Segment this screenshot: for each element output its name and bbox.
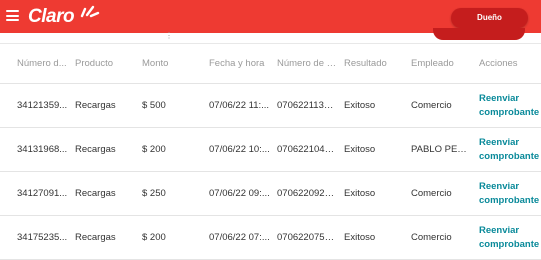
cell-monto: $ 250 <box>142 188 166 199</box>
cell-fecha: 07/06/22 11:... <box>209 100 270 111</box>
resend-receipt-link[interactable]: Reenviar comprobante <box>479 224 541 252</box>
resend-receipt-link[interactable]: Reenviar comprobante <box>479 92 541 120</box>
hamburger-menu-icon[interactable] <box>6 10 19 21</box>
column-header-acciones: Acciones <box>479 58 518 69</box>
table-row: 34127091... Recargas $ 250 07/06/22 09:.… <box>0 172 541 216</box>
table-row: 34121359... Recargas $ 500 07/06/22 11:.… <box>0 84 541 128</box>
column-header-empleado[interactable]: Empleado <box>411 58 473 69</box>
cell-monto: $ 500 <box>142 100 166 111</box>
cell-monto: $ 200 <box>142 232 166 243</box>
role-button[interactable]: Dueño <box>451 8 528 28</box>
column-header-fecha[interactable]: Fecha y hora <box>209 58 271 69</box>
column-header-numero[interactable]: Número d... <box>17 58 69 69</box>
cell-fecha: 07/06/22 07:... <box>209 232 270 243</box>
transactions-table: Número d... Producto Monto Fecha y hora … <box>0 44 541 260</box>
resend-receipt-link[interactable]: Reenviar comprobante <box>479 180 541 208</box>
brand-name: Claro <box>28 6 75 27</box>
claro-rays-icon <box>80 5 100 18</box>
cell-producto: Recargas <box>75 188 116 199</box>
column-header-producto[interactable]: Producto <box>75 58 135 69</box>
cell-empleado: PABLO PERS... <box>411 144 473 155</box>
cell-resultado: Exitoso <box>344 144 376 155</box>
truncated-filter-icon: ⋮ <box>165 31 173 40</box>
cell-numero: 34121359... <box>17 100 68 111</box>
filter-bar-strip: ⋮ <box>0 28 541 44</box>
resend-receipt-link[interactable]: Reenviar comprobante <box>479 136 541 164</box>
column-header-monto[interactable]: Monto <box>142 58 202 69</box>
table-header-row: Número d... Producto Monto Fecha y hora … <box>0 44 541 84</box>
cell-transaccion: 0706221135... <box>277 100 337 111</box>
column-header-resultado[interactable]: Resultado <box>344 58 404 69</box>
column-header-transaccion[interactable]: Número de tr... <box>277 58 337 69</box>
claro-logo: Claro <box>28 5 100 29</box>
cell-resultado: Exitoso <box>344 188 376 199</box>
cell-empleado: Comercio <box>411 232 452 243</box>
cell-transaccion: 0706220750... <box>277 232 337 243</box>
cell-fecha: 07/06/22 09:... <box>209 188 270 199</box>
cell-empleado: Comercio <box>411 100 452 111</box>
cell-empleado: Comercio <box>411 188 452 199</box>
cell-monto: $ 200 <box>142 144 166 155</box>
cell-numero: 34131968... <box>17 144 68 155</box>
cell-producto: Recargas <box>75 144 116 155</box>
cell-numero: 34127091... <box>17 188 68 199</box>
cell-producto: Recargas <box>75 100 116 111</box>
table-row: 34175235... Recargas $ 200 07/06/22 07:.… <box>0 216 541 260</box>
cell-transaccion: 0706220928... <box>277 188 337 199</box>
table-row: 34131968... Recargas $ 200 07/06/22 10:.… <box>0 128 541 172</box>
cell-resultado: Exitoso <box>344 100 376 111</box>
cell-fecha: 07/06/22 10:... <box>209 144 270 155</box>
cell-resultado: Exitoso <box>344 232 376 243</box>
cell-producto: Recargas <box>75 232 116 243</box>
filter-action-button[interactable] <box>433 28 525 40</box>
cell-transaccion: 0706221048... <box>277 144 337 155</box>
cell-numero: 34175235... <box>17 232 68 243</box>
